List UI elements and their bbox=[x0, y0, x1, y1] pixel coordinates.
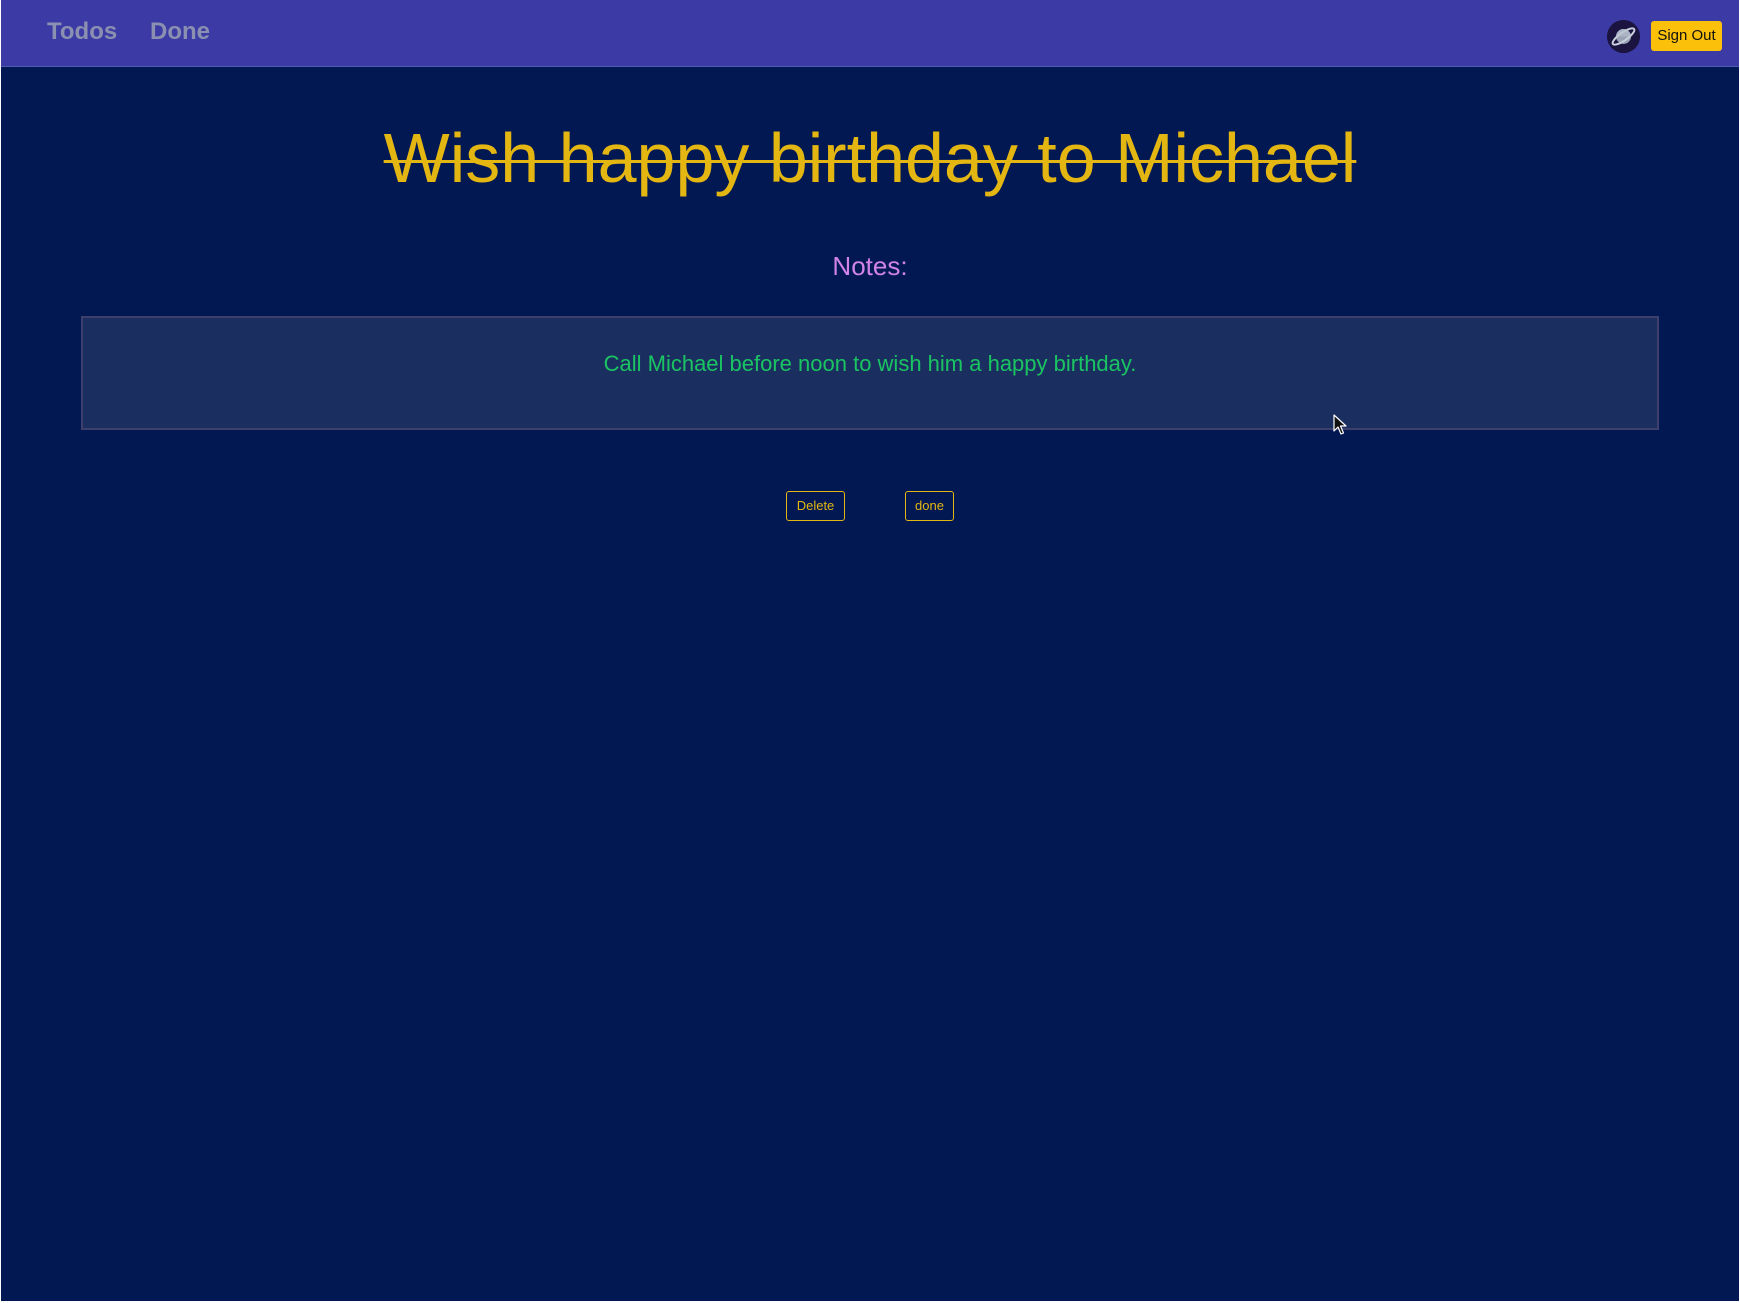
sign-out-button[interactable]: Sign Out bbox=[1651, 21, 1722, 51]
nav-link-todos[interactable]: Todos bbox=[47, 18, 117, 46]
planet-avatar-icon bbox=[1607, 20, 1640, 53]
notes-text: Call Michael before noon to wish him a h… bbox=[603, 351, 1137, 376]
navbar: Todos Done Sign Out bbox=[1, 0, 1739, 67]
delete-button[interactable]: Delete bbox=[786, 491, 845, 521]
todo-title: Wish happy birthday to Michael bbox=[383, 119, 1357, 197]
notes-box[interactable]: Call Michael before noon to wish him a h… bbox=[81, 316, 1659, 430]
app-root: Todos Done Sign Out Wish happy birthday … bbox=[1, 0, 1739, 1301]
nav-link-done[interactable]: Done bbox=[150, 18, 210, 46]
done-button[interactable]: done bbox=[905, 491, 954, 521]
notes-label: Notes: bbox=[832, 251, 908, 281]
avatar[interactable] bbox=[1607, 20, 1640, 53]
viewport: Todos Done Sign Out Wish happy birthday … bbox=[0, 0, 1740, 1303]
